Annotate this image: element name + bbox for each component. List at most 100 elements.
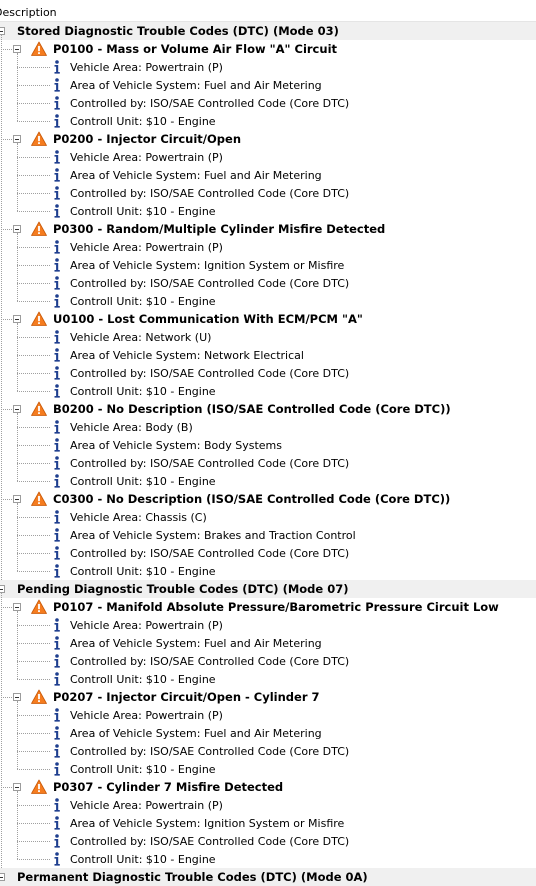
dtc-detail-label: Controlled by: ISO/SAE Controlled Code (… <box>70 367 350 380</box>
dtc-detail-row[interactable]: Area of Vehicle System: Fuel and Air Met… <box>0 76 536 94</box>
tree-guide-line <box>17 769 50 770</box>
dtc-detail-label: Area of Vehicle System: Ignition System … <box>70 259 345 272</box>
collapse-toggle[interactable] <box>13 495 21 503</box>
dtc-detail-row[interactable]: Controlled by: ISO/SAE Controlled Code (… <box>0 544 536 562</box>
tree-guide-line <box>17 337 50 338</box>
collapse-toggle[interactable] <box>13 45 21 53</box>
collapse-toggle[interactable] <box>13 135 21 143</box>
dtc-code-label: P0107 - Manifold Absolute Pressure/Barom… <box>53 600 499 614</box>
info-icon <box>52 653 62 669</box>
tree-guide-line <box>17 553 50 554</box>
collapse-toggle[interactable] <box>13 405 21 413</box>
category-row[interactable]: Permanent Diagnostic Trouble Codes (DTC)… <box>0 868 536 886</box>
dtc-detail-row[interactable]: Controll Unit: $10 - Engine <box>0 562 536 580</box>
collapse-toggle[interactable] <box>0 585 5 593</box>
tree-guide-line <box>1 49 12 50</box>
tree-guide-line <box>17 841 50 842</box>
dtc-detail-row[interactable]: Controlled by: ISO/SAE Controlled Code (… <box>0 742 536 760</box>
dtc-detail-label: Area of Vehicle System: Fuel and Air Met… <box>70 79 322 92</box>
collapse-toggle[interactable] <box>0 873 5 881</box>
dtc-detail-row[interactable]: Vehicle Area: Powertrain (P) <box>0 58 536 76</box>
dtc-detail-row[interactable]: Vehicle Area: Powertrain (P) <box>0 616 536 634</box>
tree-guide-line <box>17 355 50 356</box>
dtc-detail-row[interactable]: Controlled by: ISO/SAE Controlled Code (… <box>0 94 536 112</box>
tree-guide-line <box>17 463 50 464</box>
collapse-toggle[interactable] <box>13 603 21 611</box>
dtc-detail-row[interactable]: Controll Unit: $10 - Engine <box>0 202 536 220</box>
dtc-code-row[interactable]: P0107 - Manifold Absolute Pressure/Barom… <box>0 598 536 616</box>
dtc-detail-label: Controlled by: ISO/SAE Controlled Code (… <box>70 835 350 848</box>
category-row[interactable]: Stored Diagnostic Trouble Codes (DTC) (M… <box>0 22 536 40</box>
warning-icon <box>31 131 47 147</box>
dtc-code-row[interactable]: P0307 - Cylinder 7 Misfire Detected <box>0 778 536 796</box>
tree-guide-line <box>17 391 50 392</box>
collapse-toggle[interactable] <box>0 27 5 35</box>
dtc-code-row[interactable]: P0300 - Random/Multiple Cylinder Misfire… <box>0 220 536 238</box>
dtc-code-row[interactable]: P0207 - Injector Circuit/Open - Cylinder… <box>0 688 536 706</box>
dtc-code-label: P0307 - Cylinder 7 Misfire Detected <box>53 780 284 794</box>
info-icon <box>52 95 62 111</box>
dtc-detail-row[interactable]: Controll Unit: $10 - Engine <box>0 760 536 778</box>
dtc-code-label: U0100 - Lost Communication With ECM/PCM … <box>53 312 363 326</box>
dtc-detail-row[interactable]: Controll Unit: $10 - Engine <box>0 112 536 130</box>
dtc-detail-row[interactable]: Controll Unit: $10 - Engine <box>0 472 536 490</box>
collapse-toggle[interactable] <box>13 315 21 323</box>
dtc-detail-row[interactable]: Vehicle Area: Powertrain (P) <box>0 706 536 724</box>
dtc-detail-row[interactable]: Controll Unit: $10 - Engine <box>0 850 536 868</box>
dtc-detail-row[interactable]: Controlled by: ISO/SAE Controlled Code (… <box>0 274 536 292</box>
dtc-detail-row[interactable]: Controll Unit: $10 - Engine <box>0 382 536 400</box>
dtc-detail-row[interactable]: Vehicle Area: Powertrain (P) <box>0 238 536 256</box>
tree-guide-line <box>1 319 12 320</box>
dtc-detail-row[interactable]: Area of Vehicle System: Body Systems <box>0 436 536 454</box>
tree-guide-line <box>1 409 12 410</box>
dtc-detail-row[interactable]: Controll Unit: $10 - Engine <box>0 670 536 688</box>
dtc-code-row[interactable]: C0300 - No Description (ISO/SAE Controll… <box>0 490 536 508</box>
dtc-code-row[interactable]: P0100 - Mass or Volume Air Flow "A" Circ… <box>0 40 536 58</box>
dtc-detail-row[interactable]: Area of Vehicle System: Ignition System … <box>0 256 536 274</box>
collapse-toggle[interactable] <box>13 783 21 791</box>
dtc-detail-row[interactable]: Controlled by: ISO/SAE Controlled Code (… <box>0 832 536 850</box>
dtc-detail-label: Vehicle Area: Powertrain (P) <box>70 619 223 632</box>
dtc-detail-row[interactable]: Controlled by: ISO/SAE Controlled Code (… <box>0 184 536 202</box>
dtc-detail-row[interactable]: Area of Vehicle System: Fuel and Air Met… <box>0 724 536 742</box>
dtc-detail-row[interactable]: Area of Vehicle System: Fuel and Air Met… <box>0 634 536 652</box>
dtc-detail-row[interactable]: Area of Vehicle System: Brakes and Tract… <box>0 526 536 544</box>
dtc-detail-label: Controlled by: ISO/SAE Controlled Code (… <box>70 97 350 110</box>
tree-guide-line <box>17 791 18 859</box>
info-icon <box>52 275 62 291</box>
dtc-detail-row[interactable]: Controlled by: ISO/SAE Controlled Code (… <box>0 454 536 472</box>
tree-guide-line <box>17 283 50 284</box>
collapse-toggle[interactable] <box>13 225 21 233</box>
dtc-detail-row[interactable]: Controlled by: ISO/SAE Controlled Code (… <box>0 364 536 382</box>
tree-guide-line <box>17 751 50 752</box>
dtc-detail-row[interactable]: Controll Unit: $10 - Engine <box>0 292 536 310</box>
dtc-detail-row[interactable]: Vehicle Area: Body (B) <box>0 418 536 436</box>
dtc-detail-row[interactable]: Controlled by: ISO/SAE Controlled Code (… <box>0 652 536 670</box>
dtc-tree-view[interactable]: Stored Diagnostic Trouble Codes (DTC) (M… <box>0 22 536 886</box>
collapse-toggle[interactable] <box>13 693 21 701</box>
dtc-detail-row[interactable]: Area of Vehicle System: Fuel and Air Met… <box>0 166 536 184</box>
tree-guide-line <box>17 823 50 824</box>
dtc-code-row[interactable]: B0200 - No Description (ISO/SAE Controll… <box>0 400 536 418</box>
category-row[interactable]: Pending Diagnostic Trouble Codes (DTC) (… <box>0 580 536 598</box>
dtc-code-row[interactable]: P0200 - Injector Circuit/Open <box>0 130 536 148</box>
dtc-code-label: P0207 - Injector Circuit/Open - Cylinder… <box>53 690 320 704</box>
dtc-detail-row[interactable]: Vehicle Area: Network (U) <box>0 328 536 346</box>
info-icon <box>52 671 62 687</box>
dtc-detail-label: Controlled by: ISO/SAE Controlled Code (… <box>70 277 350 290</box>
dtc-detail-label: Controll Unit: $10 - Engine <box>70 205 216 218</box>
column-header[interactable]: Description <box>0 0 536 22</box>
dtc-code-row[interactable]: U0100 - Lost Communication With ECM/PCM … <box>0 310 536 328</box>
dtc-detail-row[interactable]: Vehicle Area: Chassis (C) <box>0 508 536 526</box>
info-icon <box>52 563 62 579</box>
dtc-detail-label: Vehicle Area: Network (U) <box>70 331 212 344</box>
dtc-detail-row[interactable]: Vehicle Area: Powertrain (P) <box>0 148 536 166</box>
dtc-detail-row[interactable]: Area of Vehicle System: Ignition System … <box>0 814 536 832</box>
warning-icon <box>31 491 47 507</box>
tree-guide-line <box>17 661 50 662</box>
dtc-detail-label: Area of Vehicle System: Fuel and Air Met… <box>70 637 322 650</box>
tree-guide-line <box>17 503 18 571</box>
dtc-detail-row[interactable]: Vehicle Area: Powertrain (P) <box>0 796 536 814</box>
dtc-detail-row[interactable]: Area of Vehicle System: Network Electric… <box>0 346 536 364</box>
info-icon <box>52 383 62 399</box>
